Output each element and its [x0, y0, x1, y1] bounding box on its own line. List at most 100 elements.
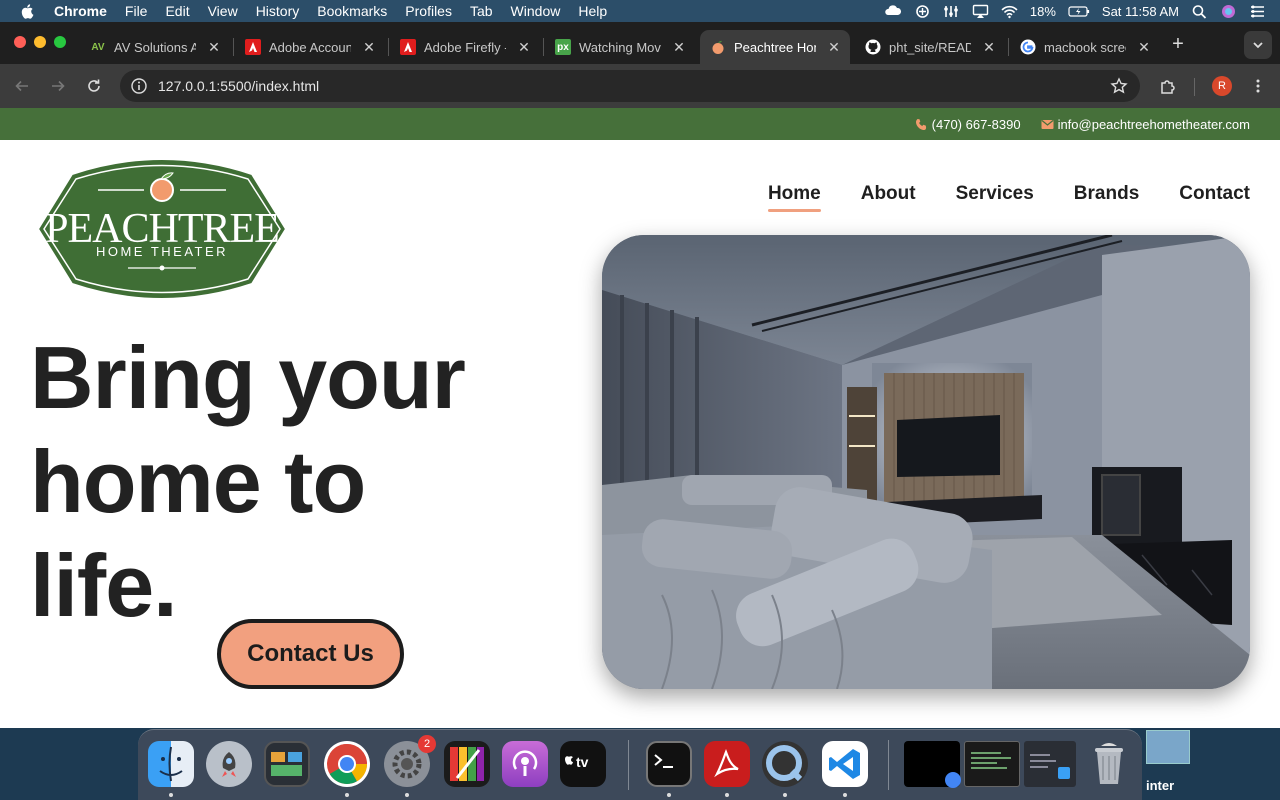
screen-mirroring-icon[interactable] — [972, 4, 989, 19]
chevron-down-icon — [1253, 42, 1263, 49]
acrobat-icon[interactable] — [704, 741, 750, 787]
minimized-window-thumbnail[interactable] — [904, 741, 961, 788]
menu-profiles[interactable]: Profiles — [405, 3, 452, 19]
nav-services[interactable]: Services — [956, 183, 1034, 210]
menu-window[interactable]: Window — [511, 3, 561, 19]
tab-title: Adobe Account — [269, 39, 351, 55]
close-tab-icon[interactable]: ✕ — [1136, 39, 1152, 55]
puzzle-icon — [1161, 80, 1175, 94]
reload-button[interactable] — [83, 75, 105, 97]
close-tab-icon[interactable]: ✕ — [361, 39, 377, 55]
trash-icon[interactable] — [1086, 741, 1132, 787]
tab-search-button[interactable] — [1244, 31, 1272, 59]
menu-bookmarks[interactable]: Bookmarks — [317, 3, 387, 19]
tab-github-readme[interactable]: pht_site/READ ✕ — [855, 30, 1005, 64]
email-address: info@peachtreehometheater.com — [1057, 116, 1250, 132]
url-text[interactable]: 127.0.0.1:5500/index.html — [158, 78, 319, 94]
menu-status-area: 18% Sat 11:58 AM — [885, 0, 1266, 22]
vscode-icon[interactable] — [822, 741, 868, 787]
hero-line-1: Bring your — [30, 328, 466, 427]
nav-brands[interactable]: Brands — [1074, 183, 1139, 210]
chrome-icon[interactable] — [324, 741, 370, 787]
google-icon — [1020, 39, 1036, 55]
contact-us-button[interactable]: Contact Us — [217, 619, 404, 689]
extensions-button[interactable] — [1157, 75, 1179, 97]
window-controls — [14, 36, 66, 48]
apple-tv-icon[interactable]: tv — [560, 741, 606, 787]
siri-icon[interactable] — [1220, 4, 1237, 19]
menu-clock[interactable]: Sat 11:58 AM — [1102, 4, 1179, 19]
tab-title: macbook scree — [1044, 39, 1126, 55]
zoom-window-button[interactable] — [54, 36, 66, 48]
quicktime-icon[interactable] — [762, 741, 808, 787]
peach-icon — [712, 40, 724, 54]
phone-contact[interactable]: (470) 667-8390 — [915, 117, 1021, 132]
tab-adobe-account[interactable]: Adobe Account ✕ — [235, 30, 385, 64]
tab-google-search[interactable]: macbook scree ✕ — [1010, 30, 1160, 64]
desktop-item-thumbnail[interactable] — [1146, 730, 1190, 764]
wifi-icon[interactable] — [1001, 4, 1018, 19]
address-bar[interactable]: 127.0.0.1:5500/index.html — [120, 70, 1140, 102]
menu-history[interactable]: History — [256, 3, 300, 19]
apple-icon[interactable] — [20, 3, 36, 19]
close-tab-icon[interactable]: ✕ — [671, 39, 687, 55]
tab-watching-movies[interactable]: px Watching Movi ✕ — [545, 30, 695, 64]
palette-app-icon[interactable] — [444, 741, 490, 787]
menu-tab[interactable]: Tab — [470, 3, 493, 19]
desktop-item-label[interactable]: inter — [1146, 778, 1174, 793]
chrome-tab-strip: AV AV Solutions A ✕ Adobe Account ✕ Adob… — [0, 22, 1280, 64]
photo-app-icon[interactable] — [264, 741, 310, 787]
email-contact[interactable]: info@peachtreehometheater.com — [1041, 117, 1250, 132]
arrow-right-icon — [52, 80, 65, 92]
tab-title: AV Solutions A — [114, 39, 196, 55]
tab-peachtree-home[interactable]: Peachtree Hom ✕ — [700, 30, 850, 64]
menu-view[interactable]: View — [208, 3, 238, 19]
control-center-icon[interactable] — [1249, 4, 1266, 19]
finder-icon[interactable] — [148, 741, 194, 787]
envelope-icon — [1041, 119, 1054, 129]
adobe-icon — [245, 39, 261, 55]
info-icon[interactable] — [130, 77, 148, 95]
close-tab-icon[interactable]: ✕ — [516, 39, 532, 55]
nav-home[interactable]: Home — [767, 183, 821, 212]
tab-av-solutions[interactable]: AV AV Solutions A ✕ — [80, 30, 230, 64]
bookmark-star-icon[interactable] — [1110, 77, 1128, 95]
av-favicon: AV — [91, 41, 105, 53]
audio-control-icon[interactable] — [943, 4, 960, 19]
contact-top-bar: (470) 667-8390 info@peachtreehometheater… — [0, 108, 1280, 140]
menu-help[interactable]: Help — [578, 3, 607, 19]
nav-contact[interactable]: Contact — [1179, 183, 1250, 210]
profile-avatar[interactable]: R — [1212, 76, 1232, 96]
spotlight-search-icon[interactable] — [1191, 4, 1208, 19]
main-navigation: Home About Services Brands Contact — [767, 183, 1250, 212]
new-tab-button[interactable]: + — [1168, 34, 1188, 55]
chrome-toolbar: 127.0.0.1:5500/index.html R — [0, 64, 1280, 108]
close-tab-icon[interactable]: ✕ — [826, 39, 842, 55]
macos-dock: 2 tv — [138, 729, 1142, 800]
nav-about[interactable]: About — [861, 183, 916, 210]
close-tab-icon[interactable]: ✕ — [206, 39, 222, 55]
tab-title: Peachtree Hom — [734, 39, 816, 55]
minimized-finder-thumbnail[interactable] — [1024, 741, 1076, 787]
macos-menu-bar: Chrome File Edit View History Bookmarks … — [0, 0, 1280, 22]
menu-app-name[interactable]: Chrome — [54, 3, 107, 19]
forward-button[interactable] — [47, 75, 69, 97]
battery-percent: 18% — [1029, 3, 1056, 19]
menu-edit[interactable]: Edit — [165, 3, 189, 19]
close-window-button[interactable] — [14, 36, 26, 48]
terminal-icon[interactable] — [646, 741, 692, 787]
back-button[interactable] — [11, 75, 33, 97]
chrome-menu-button[interactable] — [1247, 75, 1269, 97]
minimized-terminal-thumbnail[interactable] — [964, 741, 1020, 787]
tab-adobe-firefly[interactable]: Adobe Firefly - ✕ — [390, 30, 540, 64]
system-settings-icon[interactable]: 2 — [384, 735, 436, 787]
peachtree-logo[interactable]: PEACHTREE HOME THEATER — [36, 158, 288, 300]
sync-cloud-icon[interactable] — [914, 4, 931, 19]
menu-file[interactable]: File — [125, 3, 148, 19]
minimize-window-button[interactable] — [34, 36, 46, 48]
close-tab-icon[interactable]: ✕ — [981, 39, 997, 55]
podcasts-icon[interactable] — [502, 741, 548, 787]
battery-charging-icon[interactable] — [1068, 4, 1090, 19]
launchpad-icon[interactable] — [206, 741, 252, 787]
creative-cloud-icon[interactable] — [885, 4, 902, 19]
